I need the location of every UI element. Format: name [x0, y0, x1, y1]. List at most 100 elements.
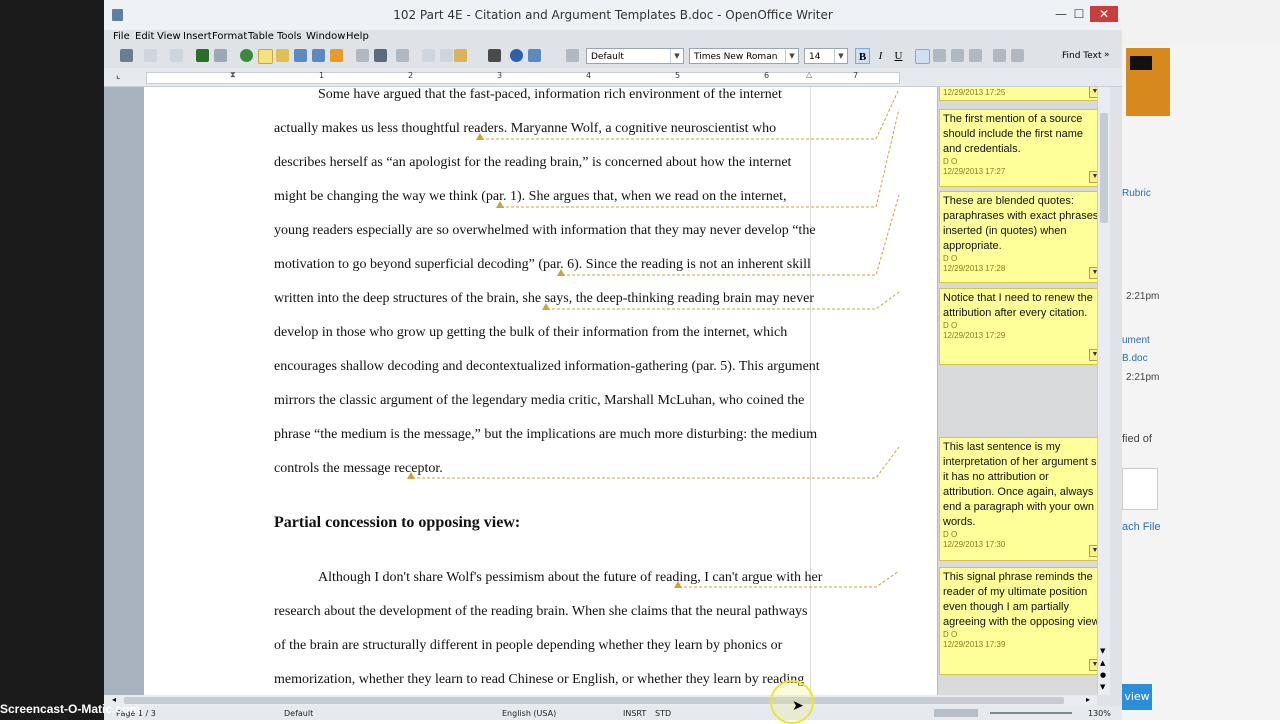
align-right-icon[interactable] — [951, 49, 964, 62]
numbering-icon[interactable] — [993, 49, 1006, 62]
vertical-scrollbar[interactable]: ▼ ▲ ● ▼ — [1097, 87, 1110, 695]
document-page[interactable]: Some have argued that the fast-paced, in… — [144, 87, 1097, 695]
right-margin-marker-icon[interactable]: △ — [806, 70, 812, 79]
comment-text: This last sentence is my interpretation … — [943, 441, 1097, 528]
menu-insert[interactable]: Insert — [183, 31, 212, 42]
gallery-icon[interactable] — [330, 49, 343, 62]
connector-line — [412, 446, 900, 479]
menu-view[interactable]: View — [157, 31, 181, 42]
comment-note[interactable]: The first mention of a source should inc… — [939, 109, 1097, 187]
status-language[interactable]: English (USA) — [502, 709, 556, 718]
underline-button[interactable]: U — [891, 48, 906, 64]
scroll-right-icon[interactable]: ▸ — [1086, 695, 1090, 704]
bg-textarea[interactable] — [1122, 468, 1158, 510]
close-button[interactable]: ✕ — [1090, 6, 1118, 22]
menu-window[interactable]: Window — [306, 31, 345, 42]
paragraph-style-select[interactable]: Default ▼ — [586, 48, 684, 64]
status-style[interactable]: Default — [284, 709, 313, 718]
mouse-pointer-icon: ➤ — [792, 698, 804, 714]
ruler-number: 2 — [408, 71, 414, 80]
spellcheck-icon[interactable] — [294, 49, 307, 62]
justify-icon[interactable] — [969, 49, 982, 62]
text-line: memorization, whether they learn to read… — [274, 672, 805, 687]
comment-menu-arrow-icon[interactable]: ▼ — [1089, 659, 1097, 671]
status-zoom[interactable]: 130% — [1088, 709, 1111, 718]
cut-icon[interactable] — [422, 49, 435, 62]
navigation-icon[interactable]: ● — [1100, 671, 1106, 679]
bg-text-fied: fied of — [1122, 433, 1152, 445]
prev-page-icon[interactable]: ▲ — [1100, 659, 1105, 667]
status-insert-mode[interactable]: INSRT — [623, 709, 646, 718]
banner-button[interactable] — [1130, 56, 1152, 70]
tab-stop-icon[interactable]: ⌞ — [116, 71, 120, 81]
bg-link-rubric[interactable]: Rubric — [1122, 188, 1151, 199]
zoom-icon[interactable] — [528, 49, 541, 62]
find-text-label[interactable]: Find Text — [1062, 51, 1102, 61]
zoom-slider[interactable] — [990, 712, 1072, 714]
bold-button[interactable]: B — [855, 48, 870, 64]
menu-edit[interactable]: Edit — [135, 31, 154, 42]
font-size-select[interactable]: 14 ▼ — [804, 48, 848, 64]
scroll-thumb[interactable] — [1100, 113, 1108, 223]
menu-format[interactable]: Format — [212, 31, 247, 42]
align-center-icon[interactable] — [933, 49, 946, 62]
note-icon[interactable] — [276, 49, 289, 62]
comment-date: 12/29/2013 17:27 — [943, 167, 1006, 176]
comment-date: 12/29/2013 17:25 — [943, 88, 1006, 97]
menu-file[interactable]: File — [113, 31, 130, 42]
comment-text: These are blended quotes: paraphrases wi… — [943, 195, 1097, 252]
table-icon[interactable] — [214, 49, 227, 62]
pdf-icon[interactable] — [374, 49, 387, 62]
print-icon[interactable] — [356, 49, 369, 62]
styles-icon[interactable] — [566, 49, 579, 62]
font-name-value: Times New Roman — [694, 52, 778, 62]
comment-note[interactable]: This last sentence is my interpretation … — [939, 437, 1097, 561]
navigator-icon[interactable] — [240, 49, 253, 62]
menu-tools[interactable]: Tools — [277, 31, 302, 42]
next-page-icon[interactable]: ▼ — [1100, 683, 1105, 691]
bg-link-doc[interactable]: B.doc — [1122, 353, 1148, 364]
horizontal-scrollbar[interactable]: ◂ ▸ — [104, 695, 1097, 706]
bullets-icon[interactable] — [1011, 49, 1024, 62]
comment-note[interactable]: This signal phrase reminds the reader of… — [939, 567, 1097, 675]
title-bar: 102 Part 4E - Citation and Argument Temp… — [104, 0, 1122, 30]
comment-menu-arrow-icon[interactable]: ▼ — [1089, 87, 1097, 98]
menu-table[interactable]: Table — [248, 31, 274, 42]
font-name-select[interactable]: Times New Roman ▼ — [689, 48, 799, 64]
new-document-icon[interactable] — [120, 49, 133, 62]
hscroll-thumb[interactable] — [124, 697, 1064, 704]
copy-icon[interactable] — [440, 49, 453, 62]
scroll-down-icon[interactable]: ▼ — [1100, 647, 1105, 655]
chevron-down-icon: ▼ — [670, 49, 683, 63]
font-size-value: 14 — [809, 52, 821, 62]
redo-icon[interactable] — [170, 49, 183, 62]
status-selection-mode[interactable]: STD — [655, 709, 671, 718]
comment-menu-arrow-icon[interactable]: ▼ — [1089, 545, 1097, 557]
nonprinting-chars-icon[interactable] — [258, 49, 273, 64]
maximize-button[interactable]: ☐ — [1068, 6, 1090, 22]
autospell-icon[interactable] — [312, 49, 325, 62]
help-icon[interactable] — [510, 49, 523, 62]
save-icon[interactable] — [196, 49, 209, 62]
undo-icon[interactable] — [144, 49, 157, 62]
paste-icon[interactable] — [454, 49, 467, 62]
italic-button[interactable]: I — [873, 48, 888, 64]
bg-link-ument[interactable]: ument — [1122, 335, 1150, 346]
bg-attach-file[interactable]: ach File — [1122, 521, 1161, 533]
preview-icon[interactable] — [396, 49, 409, 62]
horizontal-ruler[interactable]: ⌞ 1 2 3 4 5 6 7 ⧗ △ — [104, 68, 1122, 87]
comment-menu-arrow-icon[interactable]: ▼ — [1089, 349, 1097, 361]
find-icon[interactable] — [488, 49, 501, 62]
menu-help[interactable]: Help — [346, 31, 369, 42]
comment-date: 12/29/2013 17:39 — [943, 640, 1006, 649]
comment-note[interactable]: These are blended quotes: paraphrases wi… — [939, 191, 1097, 283]
view-layout-icon[interactable] — [934, 709, 978, 717]
toolbar-overflow-icon[interactable]: » — [1104, 50, 1110, 60]
comment-menu-arrow-icon[interactable]: ▼ — [1089, 171, 1097, 183]
comment-note[interactable]: 12/29/2013 17:25 ▼ — [939, 87, 1097, 101]
comment-note[interactable]: Notice that I need to renew the attribut… — [939, 288, 1097, 365]
bg-view-button[interactable]: view — [1122, 684, 1152, 710]
indent-marker-icon[interactable]: ⧗ — [230, 70, 236, 80]
align-left-icon[interactable] — [915, 49, 930, 64]
comment-menu-arrow-icon[interactable]: ▼ — [1089, 267, 1097, 279]
